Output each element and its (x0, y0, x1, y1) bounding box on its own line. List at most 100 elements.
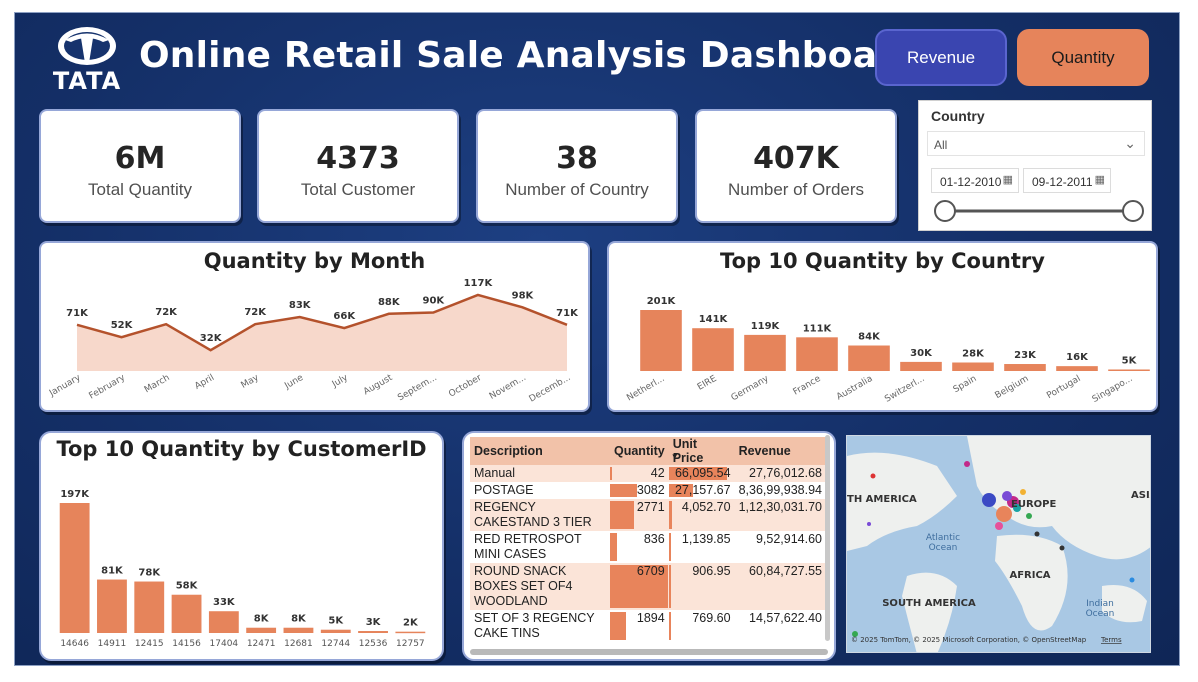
end-date-input[interactable]: 09-12-2011 ▦ (1023, 168, 1111, 193)
data-label: 58K (176, 581, 199, 592)
data-label: 72K (244, 307, 267, 318)
column-header-unit-price[interactable]: Unit Price ▼ (668, 437, 735, 465)
column-header-revenue[interactable]: Revenue (734, 437, 826, 465)
data-bar (610, 484, 637, 497)
table-row[interactable]: Manual 42 66,095.54 27,76,012.68 (470, 465, 826, 482)
cell-quantity: 42 (610, 465, 669, 482)
bar[interactable] (246, 627, 277, 633)
kpi-total-quantity: 6M Total Quantity (39, 109, 241, 223)
data-point[interactable] (252, 321, 258, 327)
data-bar (668, 501, 673, 529)
country-dropdown[interactable]: All ⌄ (927, 131, 1145, 156)
bar[interactable] (1004, 364, 1046, 371)
table-row[interactable]: RED RETROSPOT MINI CASES 836 1,139.85 9,52,… (470, 531, 826, 563)
map-bubble[interactable] (1129, 577, 1135, 583)
column-header-description[interactable]: Description (470, 437, 610, 465)
cell-description: REGENCY CAKESTAND 3 TIER (470, 499, 610, 531)
bar[interactable] (848, 345, 890, 371)
bar[interactable] (320, 629, 351, 633)
map-bubble[interactable] (996, 506, 1012, 522)
data-point[interactable] (341, 325, 347, 331)
tick-label: 14156 (172, 639, 201, 649)
data-bar (668, 533, 671, 561)
country-dropdown-value: All (934, 138, 948, 152)
bar[interactable] (744, 334, 786, 371)
bar[interactable] (134, 581, 165, 633)
bar[interactable] (208, 611, 239, 633)
data-label: 84K (858, 332, 881, 343)
bar[interactable] (1056, 366, 1098, 371)
bar[interactable] (796, 337, 838, 371)
quantity-button[interactable]: Quantity (1017, 29, 1149, 86)
table-row[interactable]: POSTAGE 3082 27,157.67 8,36,99,938.94 (470, 482, 826, 499)
bar[interactable] (59, 503, 90, 633)
data-point[interactable] (386, 311, 392, 317)
bar[interactable] (97, 579, 127, 633)
data-point[interactable] (475, 292, 481, 298)
cell-revenue: 8,36,99,938.94 (735, 482, 826, 499)
bar[interactable] (171, 594, 202, 633)
bar[interactable] (1108, 369, 1150, 371)
data-point[interactable] (297, 314, 303, 320)
data-label: 8K (291, 614, 307, 625)
table-row[interactable]: SET OF 3 REGENCY CAKE TINS 1894 769.60 14,5… (470, 610, 826, 642)
map-canvas[interactable]: TH AMERICA EUROPE ASIA Atlantic Ocean AF… (847, 436, 1151, 653)
top-customer-chart[interactable]: 197K 14646 81K 14911 78K 12415 58K 14156 33K 1740… (41, 433, 442, 659)
map-bubble[interactable] (870, 473, 876, 479)
slider-handle-start[interactable] (934, 200, 956, 222)
map-bubble[interactable] (1020, 489, 1026, 495)
map-bubble[interactable] (1034, 531, 1040, 537)
table-vertical-scrollbar[interactable] (825, 435, 830, 641)
map-attribution[interactable]: © 2025 TomTom, © 2025 Microsoft Corporat… (851, 636, 1087, 644)
tick-label: 12744 (321, 639, 350, 649)
data-point[interactable] (564, 322, 570, 328)
data-bar (610, 612, 627, 640)
cell-value: ROUND SNACK BOXES SET OF4 WOODLAND (474, 564, 573, 608)
data-point[interactable] (519, 304, 525, 310)
bar[interactable] (692, 328, 734, 371)
sort-desc-icon[interactable]: ▼ (671, 452, 679, 461)
product-table[interactable]: Description Quantity Unit Price ▼ Revenu… (470, 437, 826, 642)
world-map[interactable]: TH AMERICA EUROPE ASIA Atlantic Ocean AF… (846, 435, 1151, 653)
data-label: 66K (333, 311, 356, 322)
bar[interactable] (952, 362, 994, 371)
data-point[interactable] (208, 347, 214, 353)
data-label: 8K (254, 614, 270, 625)
bar[interactable] (358, 631, 388, 633)
map-label-africa: AFRICA (1009, 570, 1050, 581)
calendar-icon[interactable]: ▦ (1095, 173, 1105, 186)
data-point[interactable] (74, 322, 80, 328)
data-point[interactable] (430, 310, 436, 316)
map-bubble[interactable] (995, 522, 1003, 530)
map-bubble[interactable] (867, 522, 871, 526)
bar[interactable] (283, 627, 314, 633)
map-bubble[interactable] (1026, 513, 1032, 519)
table-horizontal-scrollbar[interactable] (470, 649, 828, 655)
map-label-atlantic: Atlantic (926, 533, 960, 543)
tick-label: France (792, 374, 823, 398)
quantity-area (77, 294, 567, 371)
start-date-input[interactable]: 01-12-2010 ▦ (931, 168, 1019, 193)
revenue-button[interactable]: Revenue (875, 29, 1007, 86)
data-point[interactable] (163, 321, 169, 327)
map-bubble[interactable] (964, 461, 970, 467)
bar[interactable] (395, 631, 426, 634)
data-point[interactable] (119, 334, 125, 340)
bar[interactable] (900, 361, 942, 371)
date-range-slider[interactable] (919, 197, 1153, 227)
table-row[interactable]: REGENCY CAKESTAND 3 TIER 2771 4,052.70 1,12… (470, 499, 826, 531)
data-label: 3K (366, 617, 382, 628)
quantity-by-month-chart[interactable]: 71K January 52K February 72K March 32K April 72K… (41, 243, 588, 410)
cell-unit-price: 27,157.67 (668, 482, 735, 499)
calendar-icon[interactable]: ▦ (1003, 173, 1013, 186)
table-row[interactable]: ROUND SNACK BOXES SET OF4 WOODLAND 6709 90… (470, 563, 826, 610)
slider-handle-end[interactable] (1122, 200, 1144, 222)
product-table-card: Description Quantity Unit Price ▼ Revenu… (462, 431, 836, 661)
map-terms-link[interactable]: Terms (1100, 636, 1122, 644)
column-header-quantity[interactable]: Quantity (610, 437, 669, 465)
bar[interactable] (640, 310, 682, 371)
top-country-chart[interactable]: 201K Netherl... 141K EIRE 119K Germany 111K Fra… (609, 243, 1156, 410)
cell-revenue: 27,76,012.68 (734, 465, 826, 482)
map-bubble[interactable] (1059, 545, 1065, 551)
map-bubble[interactable] (982, 493, 996, 507)
